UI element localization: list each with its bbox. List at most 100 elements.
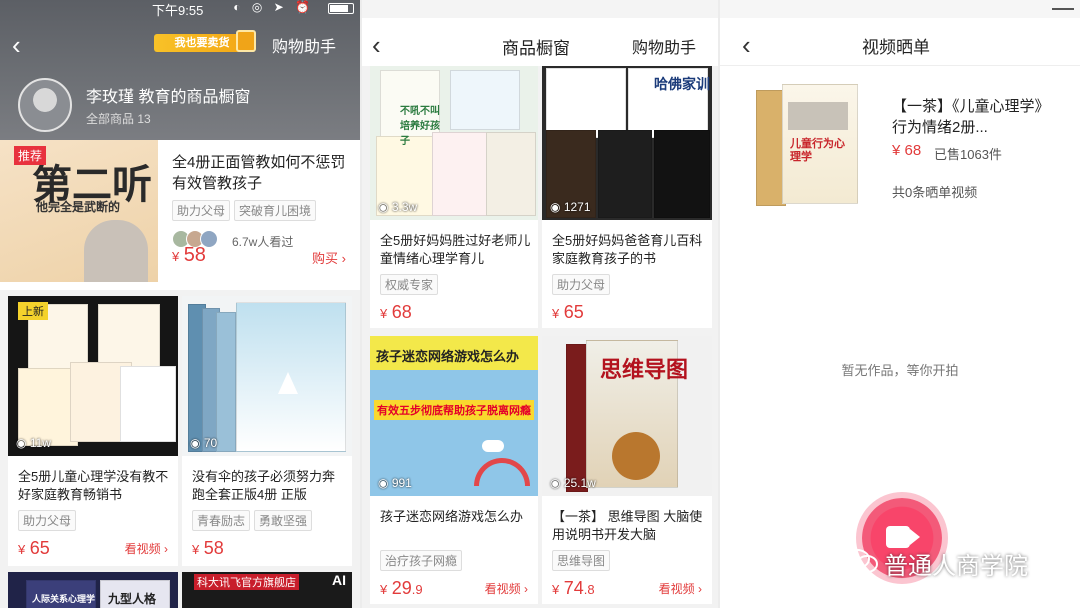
book-cover-title: 哈佛家训 — [654, 76, 710, 92]
product-count[interactable]: 全部商品 13 — [86, 110, 151, 127]
shopping-bag-icon — [236, 30, 256, 52]
product-chips: 思维导图 — [552, 550, 614, 571]
back-chevron-icon[interactable]: ‹ — [742, 32, 751, 58]
watch-video-link[interactable]: 看视频 › — [485, 580, 528, 597]
product-card[interactable]: 孩子迷恋网络游戏怎么办 有效五步彻底帮助孩子脱离网瘾 ◉ 991 孩子迷恋网络游… — [370, 336, 538, 604]
featured-image-caption: 他完全是武断的 — [36, 200, 121, 214]
product-chips: 助力父母 — [552, 274, 614, 295]
avatar[interactable] — [18, 78, 72, 132]
product-image: 不吼不叫 培养好孩子 — [370, 66, 538, 220]
viewer-count: 6.7w人看过 — [232, 235, 294, 249]
featured-chips: 助力父母 突破育儿困境 — [172, 200, 320, 221]
showcase-grid-panel: ‹ 商品橱窗 购物助手 不吼不叫 培养好孩子 ◉ 3.3w 全5册好妈妈胜过好老… — [362, 0, 718, 608]
price-value: 74 — [563, 578, 584, 598]
product-image: 思维导图 — [542, 336, 712, 496]
tag-chip: 权威专家 — [380, 274, 439, 295]
product-card[interactable]: 科大讯飞官方旗舰店 AI — [182, 572, 352, 608]
view-count: ◉ 991 — [378, 476, 412, 490]
book-cover-title: 不吼不叫 培养好孩子 — [400, 106, 440, 147]
tag-chip: 治疗孩子网瘾 — [380, 550, 463, 571]
wechat-logo-icon — [844, 549, 878, 573]
recommend-badge: 推荐 — [14, 146, 47, 165]
watch-video-link[interactable]: 看视频 › — [659, 580, 702, 597]
shopping-assistant-link[interactable]: 购物助手 — [632, 34, 696, 58]
tag-chip: 助力父母 — [552, 274, 611, 295]
buy-label: 购买 — [312, 251, 339, 266]
product-price: ¥ 65 — [552, 302, 584, 322]
product-price: ¥ 68 — [380, 302, 412, 322]
product-title: 孩子迷恋网络游戏怎么办 — [380, 509, 524, 524]
back-chevron-icon[interactable]: ‹ — [372, 32, 381, 58]
product-card[interactable]: 人际关系心理学 九型人格 — [8, 572, 178, 608]
view-count: ◉ 25.1w — [550, 476, 596, 490]
store-banner: 科大讯飞官方旗舰店 — [194, 574, 299, 590]
product-price: ¥ 65 — [18, 538, 50, 558]
status-icons: ◐ ◎ ➤ ⏰ — [233, 0, 314, 14]
product-title: 全5册好妈妈爸爸育儿百科家庭教育孩子的书 — [552, 233, 703, 266]
product-card[interactable]: 上新 ◉ 11w 全5册儿童心理学没有教不好家庭教育畅销书 助力父母 ¥ 65 … — [8, 296, 178, 566]
ai-logo: AI — [332, 572, 346, 588]
product-card[interactable]: 哈佛家训 ◉ 1271 全5册好妈妈爸爸育儿百科家庭教育孩子的书 助力父母 ¥ … — [542, 66, 712, 328]
watch-video-label: 看视频 — [658, 582, 695, 596]
product-image — [182, 296, 352, 456]
product-title: 全5册好妈妈胜过好老师儿童情绪心理学育儿 — [380, 233, 531, 266]
price-decimal: .9 — [411, 582, 423, 597]
featured-product[interactable]: 第二听 他完全是武断的 推荐 全4册正面管教如何不惩罚有效管教孩子 助力父母 突破… — [0, 140, 360, 290]
video-review-panel: ‹ 视频晒单 儿童行为心理学 【一茶】《儿童心理学》行为情绪2册... ¥ 68… — [720, 0, 1080, 608]
product-price: ¥ 58 — [192, 538, 224, 558]
product-card[interactable]: 不吼不叫 培养好孩子 ◉ 3.3w 全5册好妈妈胜过好老师儿童情绪心理学育儿 权… — [370, 66, 538, 328]
product-title: 全5册儿童心理学没有教不好家庭教育畅销书 — [18, 469, 169, 502]
watch-video-label: 看视频 — [484, 582, 521, 596]
tag-chip: 青春励志 — [192, 510, 251, 531]
featured-price: ¥ 58 — [172, 244, 206, 267]
product-image: 上新 — [8, 296, 178, 456]
shop-name: 李玫瑾 教育的商品橱窗 — [86, 89, 251, 106]
back-chevron-icon[interactable]: ‹ — [12, 32, 21, 58]
price-value: 29 — [391, 578, 412, 598]
new-badge: 上新 — [18, 302, 48, 320]
price-value: 65 — [29, 538, 50, 558]
tag-chip: 勇敢坚强 — [254, 510, 313, 531]
product-card[interactable]: ◉ 70 没有伞的孩子必须努力奔跑全套正版4册 正版 青春励志 勇敢坚强 ¥ 58 — [182, 296, 352, 566]
view-count-value: 991 — [391, 476, 412, 490]
tag-chip: 突破育儿困境 — [234, 200, 317, 221]
author-photo — [84, 220, 148, 282]
book-cover-title: 九型人格 — [108, 592, 157, 606]
become-seller-button[interactable]: 我也要卖货 — [154, 30, 256, 52]
cover-headline: 孩子迷恋网络游戏怎么办 — [376, 349, 520, 364]
shopping-assistant-link[interactable]: 购物助手 — [272, 33, 336, 57]
cover-subline: 有效五步彻底帮助孩子脱离网瘾 — [374, 400, 534, 420]
tag-chip: 助力父母 — [18, 510, 77, 531]
become-seller-label: 我也要卖货 — [174, 37, 230, 49]
product-chips: 权威专家 — [380, 274, 442, 295]
view-count: ◉ 11w — [16, 436, 51, 450]
view-count-value: 25.1w — [563, 476, 596, 490]
view-count: ◉ 3.3w — [378, 200, 418, 214]
product-title: 【一茶】 思维导图 大脑使用说明书开发大脑 — [552, 509, 703, 542]
product-title[interactable]: 【一茶】《儿童心理学》行为情绪2册... — [892, 96, 1062, 138]
buy-button[interactable]: 购买 › — [312, 248, 346, 267]
empty-state-text: 暂无作品，等你开拍 — [841, 363, 959, 378]
watch-video-link[interactable]: 看视频 › — [125, 540, 168, 557]
view-count-value: 70 — [203, 436, 218, 450]
book-cover-title: 思维导图 — [600, 357, 689, 382]
product-image: 孩子迷恋网络游戏怎么办 有效五步彻底帮助孩子脱离网瘾 — [370, 336, 538, 496]
video-camera-icon — [886, 526, 920, 548]
review-video-count: 共0条晒单视频 — [892, 185, 978, 200]
page-title: 视频晒单 — [862, 38, 930, 57]
view-count-value: 11w — [29, 436, 51, 450]
page-title: 商品橱窗 — [502, 39, 570, 58]
price-value: 58 — [203, 538, 224, 558]
watermark-text: 普通人商学院 — [884, 553, 1028, 580]
product-title: 没有伞的孩子必须努力奔跑全套正版4册 正版 — [192, 469, 336, 502]
product-price: ¥ 68 — [892, 142, 922, 159]
sold-count: 已售1063件 — [934, 147, 1002, 162]
product-image: 哈佛家训 — [542, 66, 712, 220]
price-value: 58 — [183, 244, 206, 266]
product-card[interactable]: 思维导图 ◉ 25.1w 【一茶】 思维导图 大脑使用说明书开发大脑 思维导图 … — [542, 336, 712, 604]
price-decimal: .8 — [583, 582, 595, 597]
video-review-header: ‹ 视频晒单 — [720, 0, 1080, 66]
shop-showcase-panel: 下午9:55 ◐ ◎ ➤ ⏰ ‹ 我也要卖货 购物助手 李玫瑾 教育的商品橱窗 … — [0, 0, 360, 608]
product-image[interactable]: 儿童行为心理学 — [756, 84, 860, 206]
book-cover-title: 人际关系心理学 — [32, 594, 96, 604]
